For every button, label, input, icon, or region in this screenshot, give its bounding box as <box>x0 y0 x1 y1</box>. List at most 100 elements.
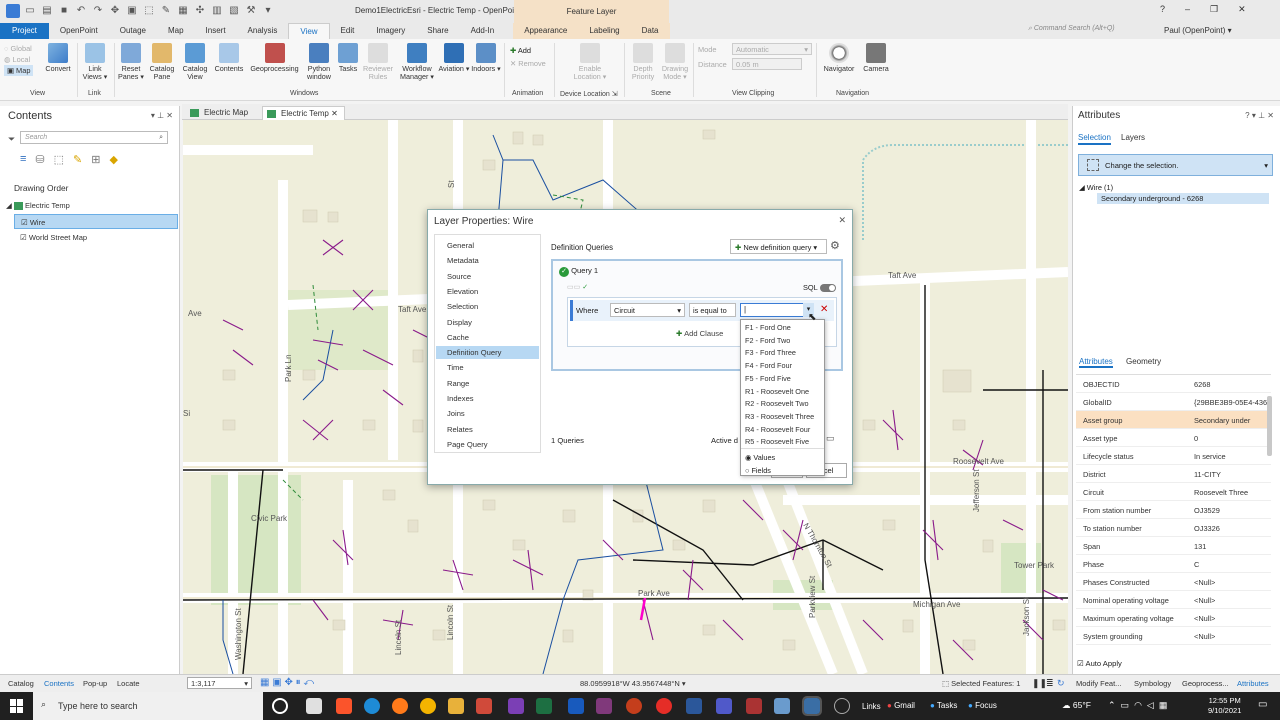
grid-icon[interactable]: ▦ <box>176 4 190 18</box>
reviewer-rules-button[interactable]: Reviewer Rules <box>361 43 395 81</box>
network-icon[interactable]: ▭ <box>1121 700 1135 710</box>
change-selection-dropdown[interactable]: Change the selection. ▾ <box>1078 154 1273 176</box>
app-icon[interactable] <box>306 698 322 714</box>
chrome-icon[interactable] <box>420 698 436 714</box>
edge-icon[interactable] <box>364 698 380 714</box>
tree-layer-wire[interactable]: ◢ Wire (1) <box>1079 183 1113 192</box>
tab-view[interactable]: View <box>288 23 330 39</box>
dialog-nav-item[interactable]: Source <box>436 270 539 283</box>
navigate-icon[interactable]: ✥ <box>108 4 122 18</box>
dialog-nav-item[interactable]: Definition Query <box>436 346 539 360</box>
toggle-switch[interactable] <box>819 284 836 293</box>
sql-view-icon[interactable]: ▭ <box>826 433 835 444</box>
help-button[interactable]: ? <box>1160 4 1165 15</box>
excel-icon[interactable] <box>536 698 552 714</box>
values-radio[interactable]: ◉ Values <box>745 453 775 462</box>
link-views-button[interactable]: Link Views ▾ <box>80 43 110 81</box>
save-icon[interactable]: ■ <box>57 4 71 18</box>
value-option[interactable]: R5 - Roosevelt Five <box>745 437 809 446</box>
command-search-input[interactable]: ⌕ Command Search (Alt+Q) <box>1028 25 1158 37</box>
attribute-value[interactable]: Roosevelt Three <box>1194 488 1270 497</box>
view-local-button[interactable]: ◍ Local <box>4 54 33 65</box>
dialog-close-icon[interactable]: ✕ <box>838 215 846 226</box>
powerpoint-icon[interactable] <box>626 698 642 714</box>
indoors-button[interactable]: Indoors ▾ <box>471 43 501 73</box>
verify-check-icon[interactable]: ✓ <box>582 284 588 291</box>
value-option[interactable]: F3 - Ford Three <box>745 348 796 357</box>
refresh-icon[interactable]: ↻ <box>1057 678 1065 689</box>
links-toolbar[interactable]: Links <box>862 702 881 711</box>
dialog-nav-item[interactable]: Cache <box>436 331 539 344</box>
animation-add-button[interactable]: ✚ Add <box>510 44 546 57</box>
tab-project[interactable]: Project <box>0 23 49 39</box>
value-option[interactable]: F2 - Ford Two <box>745 336 790 345</box>
attribute-row[interactable]: From station number OJ3529 <box>1076 501 1271 519</box>
move-icon[interactable]: ✣ <box>193 4 207 18</box>
dialog-nav-item[interactable]: Metadata <box>436 254 539 267</box>
attribute-value[interactable]: 131 <box>1194 542 1270 551</box>
table-icon[interactable]: ▥ <box>210 4 224 18</box>
tab-imagery[interactable]: Imagery <box>365 23 416 39</box>
attribute-value[interactable]: 6268 <box>1194 380 1270 389</box>
list-by-labeling-icon[interactable]: ◆ <box>109 153 117 166</box>
attribute-value[interactable]: <Null> <box>1194 578 1270 587</box>
grid-icon[interactable]: ▦ <box>260 677 272 688</box>
collapse-icon[interactable]: ◢ <box>1079 183 1087 192</box>
redo-icon[interactable]: ↷ <box>91 4 105 18</box>
catalog-pane-button[interactable]: Catalog Pane <box>147 43 177 81</box>
settings-gear-icon[interactable]: ⚙ <box>830 239 840 252</box>
view-global-button[interactable]: ◌ Global <box>4 43 33 54</box>
convert-button[interactable]: Convert <box>44 43 72 73</box>
remove-clause-icon[interactable]: ✕ <box>820 304 828 315</box>
list-by-source-icon[interactable]: ⛁ <box>35 153 44 166</box>
attribute-value[interactable]: OJ3529 <box>1194 506 1270 515</box>
attribute-row[interactable]: Phase C <box>1076 555 1271 573</box>
layer-visibility-checkbox[interactable]: ☑ <box>21 218 28 227</box>
tool-icon[interactable]: ⚒ <box>244 4 258 18</box>
weather-widget[interactable]: ☁ 65°F <box>1062 700 1091 711</box>
navigator-button[interactable]: Navigator <box>820 43 858 73</box>
task-view-icon[interactable] <box>272 698 288 714</box>
tab-openpoint[interactable]: OpenPoint <box>49 23 109 39</box>
value-option[interactable]: F4 - Ford Four <box>745 361 792 370</box>
clip-mode-select[interactable]: Automatic ▾ <box>732 43 812 55</box>
tab-electric-temp[interactable]: Electric Temp ✕ <box>262 106 345 120</box>
attribute-row[interactable]: Maximum operating voltage <Null> <box>1076 609 1271 627</box>
attribute-value[interactable]: {29BBE3B9-05E4-4368 <box>1194 398 1270 407</box>
volume-icon[interactable]: ◁ <box>1147 700 1159 710</box>
attribute-row[interactable]: OBJECTID 6268 <box>1076 375 1271 393</box>
attribute-row[interactable]: Nominal operating voltage <Null> <box>1076 591 1271 609</box>
attribute-value[interactable]: In service <box>1194 452 1270 461</box>
gmail-link[interactable]: ● Gmail <box>887 701 915 710</box>
layout-icon[interactable]: ▧ <box>227 4 241 18</box>
value-option[interactable]: R3 - Roosevelt Three <box>745 412 814 421</box>
tab-selection[interactable]: Selection <box>1078 133 1111 145</box>
acrobat-icon[interactable] <box>746 698 762 714</box>
query-name[interactable]: ✓ Query 1 <box>559 266 598 277</box>
tab-data[interactable]: Data <box>630 23 670 39</box>
pane-menu-icon[interactable]: ▾ <box>151 111 155 120</box>
attribute-value[interactable]: <Null> <box>1194 596 1270 605</box>
pane-close-icon[interactable]: ✕ <box>1267 111 1274 120</box>
aviation-button[interactable]: Aviation ▾ <box>438 43 470 73</box>
attribute-scrollbar[interactable] <box>1267 396 1272 456</box>
clock[interactable]: 12:55 PM 9/10/2021 <box>1208 696 1241 716</box>
tab-geoprocessing[interactable]: Geoprocess... <box>1182 679 1229 688</box>
windows-start-icon[interactable] <box>10 699 24 713</box>
view-map-button[interactable]: ▣ Map <box>4 65 34 76</box>
tab-map[interactable]: Map <box>157 23 195 39</box>
tab-attributes[interactable]: Attributes <box>1079 357 1113 368</box>
word-doc-icon[interactable] <box>686 698 702 714</box>
toolbox-icon[interactable]: ▣ <box>125 4 139 18</box>
toc-layer-world-street-map[interactable]: ☑ World Street Map <box>20 233 87 242</box>
app-icon[interactable] <box>834 698 850 714</box>
attribute-row[interactable]: GlobalID {29BBE3B9-05E4-4368 <box>1076 393 1271 411</box>
dialog-nav-item[interactable]: Time <box>436 361 539 374</box>
workflow-manager-button[interactable]: Workflow Manager ▾ <box>397 43 437 81</box>
pin-icon[interactable]: ⊥ <box>157 111 164 120</box>
attribute-row[interactable]: Circuit Roosevelt Three <box>1076 483 1271 501</box>
tab-popup[interactable]: Pop-up <box>83 679 107 688</box>
drawing-mode-button[interactable]: Drawing Mode ▾ <box>660 43 690 81</box>
tab-labeling[interactable]: Labeling <box>578 23 631 39</box>
undo-icon[interactable]: ↶ <box>74 4 88 18</box>
